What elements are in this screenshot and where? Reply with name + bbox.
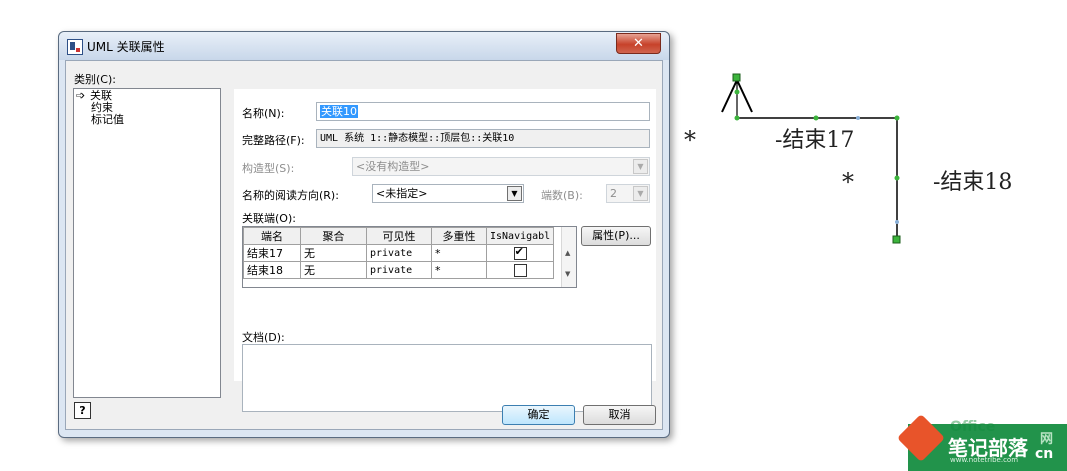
stereotype-value: <没有构造型> (356, 160, 430, 173)
multiplicity-right: * (842, 168, 854, 196)
multiplicity-left: * (684, 126, 696, 154)
category-label: 类别(C): (74, 73, 116, 86)
cell-end-name[interactable]: 结束18 (243, 261, 301, 279)
cell-aggregation[interactable]: 无 (300, 244, 367, 262)
watermark-cn: cn (1035, 446, 1054, 462)
table-header-row: 端名 聚合 可见性 多重性 IsNavigabl (243, 227, 555, 245)
full-path-field: UML 系统 1::静态模型::顶层包::关联10 (316, 129, 650, 148)
documentation-textarea[interactable] (242, 344, 652, 412)
chevron-down-icon: ▼ (633, 159, 648, 174)
column-header-isnavigable[interactable]: IsNavigabl (485, 227, 555, 245)
app-icon (67, 39, 83, 55)
association-ends-table: 端名 聚合 可见性 多重性 IsNavigabl 结束17 无 private (243, 227, 555, 279)
properties-button[interactable]: 属性(P)... (581, 226, 651, 246)
cancel-button[interactable]: 取消 (583, 405, 656, 425)
end-count-select[interactable]: 2 ▼ (606, 184, 650, 203)
reading-direction-value: <未指定> (376, 187, 428, 200)
cell-navigable (485, 261, 555, 279)
watermark-net: 网 (1040, 432, 1054, 447)
ok-button[interactable]: 确定 (502, 405, 575, 425)
cell-navigable (485, 244, 555, 262)
end-count-label: 端数(B): (541, 189, 583, 202)
cell-multiplicity[interactable]: * (431, 261, 487, 279)
watermark-site: www.notetribe.com (950, 456, 1019, 464)
column-header-aggregation[interactable]: 聚合 (300, 227, 367, 245)
grid-scrollbar[interactable]: ▲ ▼ (561, 227, 576, 287)
close-button[interactable]: ✕ (616, 33, 661, 54)
column-header-visibility[interactable]: 可见性 (366, 227, 432, 245)
cell-visibility[interactable]: private (366, 261, 432, 279)
navigable-checkbox[interactable] (513, 263, 527, 277)
association-properties-pane: 名称(N): 关联10 完整路径(F): UML 系统 1::静态模型::顶层包… (234, 89, 656, 412)
name-label: 名称(N): (242, 107, 285, 120)
title-bar[interactable]: UML 关联属性 ✕ (59, 32, 669, 60)
scroll-down-icon[interactable]: ▼ (565, 270, 570, 278)
reading-direction-select[interactable]: <未指定> ▼ (372, 184, 524, 203)
end-count-value: 2 (610, 187, 617, 200)
end18-label[interactable]: -结束18 (933, 164, 1012, 196)
end17-label[interactable]: -结束17 (775, 122, 854, 154)
cell-visibility[interactable]: private (366, 244, 432, 262)
cell-end-name[interactable]: 结束17 (243, 244, 301, 262)
stereotype-select[interactable]: <没有构造型> ▼ (352, 157, 650, 176)
category-item-tagged-values[interactable]: 标记值 (91, 114, 124, 126)
uml-association-properties-dialog: UML 关联属性 ✕ 类别(C): ➩ 关联 约束 标记值 名称(N): 关联1… (58, 31, 670, 438)
window-title: UML 关联属性 (87, 40, 165, 54)
chevron-down-icon: ▼ (507, 186, 522, 201)
selected-arrow-icon: ➩ (76, 89, 86, 102)
reading-direction-label: 名称的阅读方向(R): (242, 189, 339, 202)
column-header-multiplicity[interactable]: 多重性 (431, 227, 487, 245)
scroll-up-icon[interactable]: ▲ (565, 249, 570, 257)
table-row[interactable]: 结束18 无 private * (243, 261, 555, 279)
table-row[interactable]: 结束17 无 private * (243, 244, 555, 262)
chevron-down-icon: ▼ (633, 186, 648, 201)
help-button[interactable]: ? (74, 402, 91, 419)
stereotype-label: 构造型(S): (242, 162, 295, 175)
column-header-end-name[interactable]: 端名 (243, 227, 301, 245)
name-input[interactable]: 关联10 (316, 102, 650, 121)
category-list[interactable]: ➩ 关联 约束 标记值 (73, 88, 221, 398)
name-value: 关联10 (320, 105, 358, 118)
navigable-checkbox[interactable] (513, 246, 527, 260)
association-connector[interactable] (710, 70, 970, 270)
association-ends-grid[interactable]: 端名 聚合 可见性 多重性 IsNavigabl 结束17 无 private (242, 226, 577, 288)
documentation-label: 文档(D): (242, 331, 285, 344)
cell-multiplicity[interactable]: * (431, 244, 487, 262)
cell-aggregation[interactable]: 无 (300, 261, 367, 279)
dialog-client-area: 类别(C): ➩ 关联 约束 标记值 名称(N): 关联10 完整路径(F): … (65, 60, 663, 430)
full-path-label: 完整路径(F): (242, 134, 305, 147)
association-ends-label: 关联端(O): (242, 212, 296, 225)
